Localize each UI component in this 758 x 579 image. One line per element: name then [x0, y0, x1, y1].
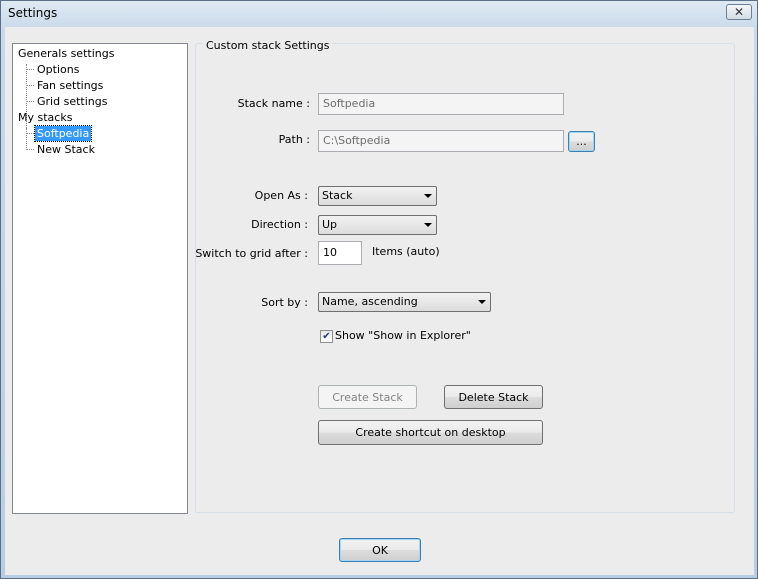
direction-value: Up [322, 218, 338, 231]
switch-grid-suffix: Items (auto) [372, 245, 440, 258]
group-title: Custom stack Settings [203, 39, 333, 52]
title-bar[interactable]: Settings ✕ [1, 1, 757, 27]
tree-item-grid-settings[interactable]: Grid settings [35, 94, 109, 109]
tree-item-fan-settings[interactable]: Fan settings [35, 78, 105, 93]
stack-name-input[interactable]: Softpedia [318, 93, 564, 115]
close-button[interactable]: ✕ [726, 4, 752, 20]
sort-by-select[interactable]: Name, ascending [318, 292, 491, 312]
tree-item-softpedia[interactable]: Softpedia [33, 125, 93, 142]
path-label: Path : [278, 133, 310, 146]
tree-connector [26, 128, 27, 150]
tree-connector [26, 85, 34, 86]
sort-by-value: Name, ascending [322, 295, 418, 308]
switch-grid-input[interactable]: 10 [318, 241, 362, 265]
browse-button-label: ... [576, 135, 587, 148]
open-as-select[interactable]: Stack [318, 186, 437, 206]
window-title: Settings [8, 6, 58, 20]
path-input[interactable]: C:\Softpedia [318, 130, 564, 152]
direction-select[interactable]: Up [318, 215, 437, 235]
tree-item-new-stack[interactable]: New Stack [35, 142, 97, 157]
sort-by-label: Sort by : [261, 296, 308, 309]
delete-stack-button[interactable]: Delete Stack [444, 385, 543, 409]
switch-grid-label: Switch to grid after : [195, 247, 308, 260]
create-stack-button[interactable]: Create Stack [318, 385, 417, 409]
check-icon: ✔ [322, 331, 331, 342]
stack-name-label: Stack name : [237, 97, 310, 110]
show-explorer-checkbox[interactable]: ✔ [320, 330, 333, 343]
tree-connector [26, 101, 34, 102]
settings-window: Settings ✕ Generals settings Options Fan… [0, 0, 758, 579]
close-icon: ✕ [733, 5, 745, 19]
create-shortcut-button[interactable]: Create shortcut on desktop [318, 420, 543, 445]
tree-item-generals-settings[interactable]: Generals settings [16, 46, 116, 61]
create-stack-label: Create Stack [332, 390, 403, 404]
settings-tree[interactable]: Generals settings Options Fan settings G… [12, 43, 188, 514]
create-shortcut-label: Create shortcut on desktop [355, 426, 506, 439]
tree-connector [26, 133, 34, 134]
delete-stack-label: Delete Stack [458, 390, 529, 404]
show-explorer-label[interactable]: Show "Show in Explorer" [335, 329, 471, 342]
ok-button[interactable]: OK [339, 538, 421, 562]
tree-connector [26, 69, 34, 70]
tree-item-options[interactable]: Options [35, 62, 81, 77]
direction-label: Direction : [251, 218, 308, 231]
chevron-down-icon [424, 194, 432, 198]
open-as-label: Open As : [254, 189, 308, 202]
tree-item-my-stacks[interactable]: My stacks [16, 110, 74, 125]
browse-path-button[interactable]: ... [568, 131, 595, 152]
tree-connector [26, 149, 34, 150]
open-as-value: Stack [322, 189, 353, 202]
tree-connector [26, 64, 27, 136]
ok-button-label: OK [372, 543, 388, 557]
chevron-down-icon [424, 223, 432, 227]
chevron-down-icon [478, 300, 486, 304]
dialog-body: Generals settings Options Fan settings G… [5, 27, 754, 575]
